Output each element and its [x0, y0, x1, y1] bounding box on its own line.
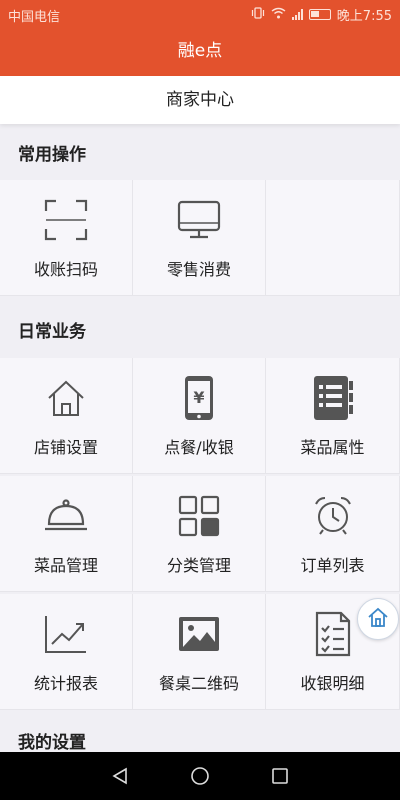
notebook-list-icon: [309, 374, 357, 422]
house-icon: [42, 374, 90, 422]
grid-empty-cell: [266, 180, 400, 296]
grid-item-order-checkout[interactable]: ¥ 点餐/收银: [133, 358, 266, 474]
checklist-icon: [309, 610, 357, 658]
grid-item-dish-management[interactable]: 菜品管理: [0, 476, 133, 592]
grid-item-label: 订单列表: [300, 555, 365, 575]
section-title-settings: 我的设置: [18, 733, 86, 753]
grid-item-label: 菜品管理: [33, 555, 98, 575]
category-grid-icon: [175, 492, 223, 540]
grid-item-label: 收账扫码: [33, 259, 98, 279]
scan-icon: [42, 196, 90, 244]
back-button[interactable]: [100, 756, 140, 796]
status-icons: 晚上7:55: [251, 5, 392, 24]
grid-item-table-qrcode[interactable]: 餐桌二维码: [133, 594, 266, 710]
grid-item-order-list[interactable]: 订单列表: [266, 476, 400, 592]
page-title: 商家中心: [0, 76, 400, 124]
grid-item-label: 零售消费: [166, 259, 231, 279]
section-title-common: 常用操作: [18, 145, 86, 165]
grid-item-retail[interactable]: 零售消费: [133, 180, 266, 296]
grid-item-scan[interactable]: 收账扫码: [0, 180, 133, 296]
line-chart-icon: [42, 610, 90, 658]
signal-icon: [291, 9, 303, 20]
image-icon: [175, 610, 223, 658]
grid-item-label: 统计报表: [33, 673, 98, 693]
section-title-daily: 日常业务: [18, 322, 86, 342]
battery-icon: [308, 9, 331, 20]
grid-item-category-management[interactable]: 分类管理: [133, 476, 266, 592]
grid-item-label: 点餐/收银: [164, 437, 234, 457]
floating-home-button[interactable]: [357, 598, 399, 640]
grid-item-label: 菜品属性: [300, 437, 365, 457]
app-title: 融e点: [0, 28, 400, 76]
vibrate-icon: [251, 6, 265, 23]
grid-item-statistics[interactable]: 统计报表: [0, 594, 133, 710]
carrier-label: 中国电信: [8, 10, 61, 25]
food-cloche-icon: [42, 492, 90, 540]
daily-grid: 店铺设置 ¥ 点餐/收银 菜品属性 菜品管理 分类管理 订单列表 统计报表 餐桌…: [0, 358, 400, 710]
grid-item-label: 收银明细: [300, 673, 365, 693]
grid-item-label: 餐桌二维码: [158, 673, 239, 693]
home-icon: [367, 606, 389, 632]
home-nav-button[interactable]: [180, 756, 220, 796]
recent-apps-button[interactable]: [260, 756, 300, 796]
grid-item-shop-settings[interactable]: 店铺设置: [0, 358, 133, 474]
svg-text:¥: ¥: [193, 388, 204, 407]
grid-item-label: 分类管理: [166, 555, 231, 575]
common-grid: 收账扫码 零售消费: [0, 180, 400, 296]
wifi-icon: [271, 7, 286, 23]
system-nav-bar: [0, 752, 400, 800]
monitor-icon: [175, 196, 223, 244]
phone-yuan-icon: ¥: [175, 374, 223, 422]
grid-item-label: 店铺设置: [33, 437, 98, 457]
status-bar: 中国电信 晚上7:55: [0, 0, 400, 28]
grid-item-dish-attributes[interactable]: 菜品属性: [266, 358, 400, 474]
alarm-clock-icon: [309, 492, 357, 540]
clock-label: 晚上7:55: [336, 9, 392, 24]
